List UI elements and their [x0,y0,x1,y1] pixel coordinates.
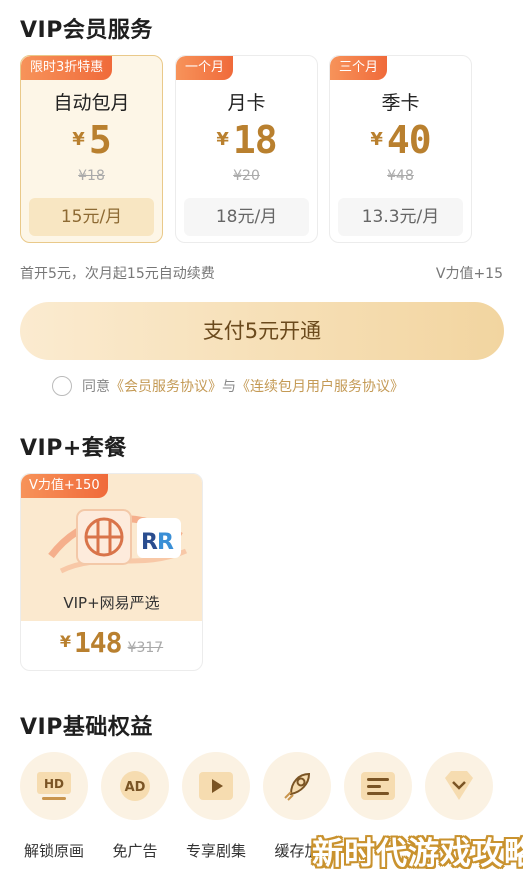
vpower-note: V力值+15 [435,266,503,282]
price-value: 40 [386,118,432,162]
plan-price: ¥18 [176,118,317,162]
diamond-icon [425,752,493,820]
benefit-label: 解锁原画 [23,842,84,860]
original-price: ¥48 [387,168,414,184]
member-service-agreement-link[interactable]: 《会员服务协议》 [110,376,222,396]
monthly-price: 13.3元/月 [338,198,463,236]
price-value: 5 [88,118,112,162]
benefit-ad-free[interactable]: AD 免广告 [99,752,171,861]
plan-card-monthly[interactable]: 一个月 月卡 ¥18 ¥20 18元/月 [175,55,318,243]
benefit-diamond[interactable] [423,752,495,840]
pay-button[interactable]: 支付5元开通 [20,302,504,360]
bundle-price: ¥148 ¥317 [21,626,202,659]
renew-note: 首开5元，次月起15元自动续费 [20,266,215,282]
plan-badge: 三个月 [330,56,388,80]
auto-renew-agreement-link[interactable]: 《连续包月用户服务协议》 [236,376,404,396]
play-icon [182,752,250,820]
benefit-label: 免广告 [112,842,158,860]
plan-badge: 限时3折特惠 [21,56,113,80]
plan-badge: 一个月 [176,56,234,80]
agreement-prefix: 同意 [82,379,110,395]
plan-price: ¥40 [330,118,471,162]
currency-symbol: ¥ [72,129,85,150]
benefit-label: 专享剧集 [185,842,246,860]
agreement-radio[interactable] [52,376,72,396]
bundle-badge: V力值+150 [21,474,108,498]
plan-price: ¥5 [21,118,162,162]
list-icon [344,752,412,820]
monthly-price: 15元/月 [29,198,154,236]
original-price: ¥18 [78,168,105,184]
ad-free-icon: AD [101,752,169,820]
bundle-section-title: VIP+套餐 [20,436,127,461]
price-value: 148 [73,626,123,659]
monthly-price: 18元/月 [184,198,309,236]
original-price: ¥317 [127,640,164,656]
agreement-row: 同意 《会员服务协议》 与 《连续包月用户服务协议》 [52,375,404,397]
plan-card-quarterly[interactable]: 三个月 季卡 ¥40 ¥48 13.3元/月 [329,55,472,243]
hd-icon: HD [20,752,88,820]
currency-symbol: ¥ [59,632,71,651]
currency-symbol: ¥ [216,129,229,150]
plan-card-monthly-auto[interactable]: 限时3折特惠 自动包月 ¥5 ¥18 15元/月 [20,55,163,243]
watermark-text: 新时代游戏攻略 [312,836,523,872]
currency-symbol: ¥ [370,129,383,150]
svg-text:R: R [141,530,158,555]
bundle-logo-icon: R R [48,509,188,574]
price-value: 18 [232,118,278,162]
agreement-connector: 与 [222,379,236,395]
original-price: ¥20 [233,168,260,184]
benefits-section-title: VIP基础权益 [20,715,153,740]
plan-name: 自动包月 [53,92,130,114]
bundle-card-yanxuan[interactable]: R R V力值+150 VIP+网易严选 ¥148 ¥317 [20,473,203,671]
svg-text:AD: AD [125,780,146,795]
svg-text:R: R [157,530,174,555]
bundle-name: VIP+网易严选 [63,594,160,612]
benefit-list[interactable] [342,752,414,840]
rocket-icon [263,752,331,820]
svg-text:HD: HD [44,777,64,791]
plan-name: 月卡 [227,92,266,114]
benefit-exclusive[interactable]: 专享剧集 [180,752,252,861]
benefit-hd[interactable]: HD 解锁原画 [18,752,90,861]
vip-section-title: VIP会员服务 [20,18,153,43]
plan-name: 季卡 [381,92,420,114]
